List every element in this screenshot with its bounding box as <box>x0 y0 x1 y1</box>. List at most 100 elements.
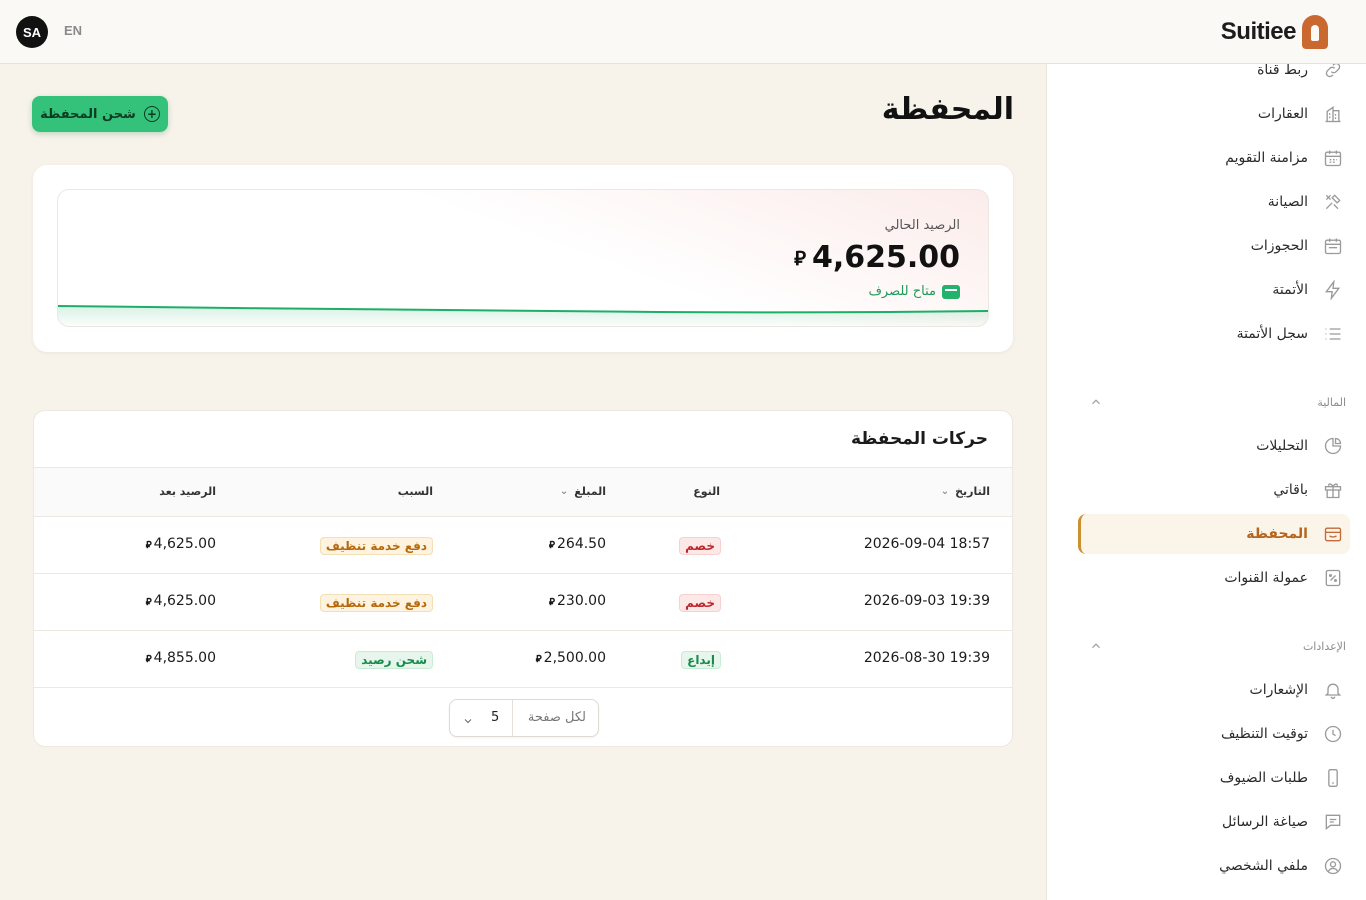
riyal-currency-icon: ⃁ <box>794 245 806 270</box>
column-type-label: النوع <box>693 485 720 498</box>
sidebar-item-wallet[interactable]: المحفظة <box>1078 514 1350 554</box>
sidebar-item-label: الإشعارات <box>1249 682 1308 698</box>
reason-badge: دفع خدمة تنظيف <box>319 594 433 612</box>
chevron-up-icon[interactable] <box>1089 638 1103 652</box>
building-icon <box>1322 103 1344 125</box>
row-balance-after: 4,625.00 ⃁ <box>146 536 216 552</box>
sidebar-item-label: باقاتي <box>1273 482 1308 498</box>
sidebar-item-label: طلبات الضيوف <box>1219 770 1308 786</box>
sidebar-item-properties[interactable]: العقارات <box>1078 94 1350 134</box>
plus-circle-icon: + <box>143 106 160 122</box>
sidebar-item-maintenance[interactable]: الصيانة <box>1078 182 1350 222</box>
row-amount: 264.50 ⃁ <box>549 536 606 552</box>
transactions-card: حركات المحفظة التاريخ ⌄ النوع المبلغ ⌄ ا… <box>33 410 1013 747</box>
balance-after-value: 4,855.00 <box>153 650 216 666</box>
per-page-label: لكل صفحة <box>527 710 586 725</box>
sidebar-item-label: الأتمتة <box>1272 282 1308 298</box>
table-row: 2026-09-04 18:57 خصم 264.50 ⃁ دفع خدمة تن… <box>34 517 1012 574</box>
table-header: التاريخ ⌄ النوع المبلغ ⌄ السبب الرصيد بع… <box>34 467 1012 517</box>
per-page-value: 5 <box>491 710 500 725</box>
amount-value: 264.50 <box>557 536 606 552</box>
sidebar-item-link-channel[interactable]: ربط قناة <box>1078 64 1350 90</box>
sidebar-item-label: عمولة القنوات <box>1224 570 1308 586</box>
lightning-icon <box>1322 279 1344 301</box>
sidebar-item-channel-commission[interactable]: عمولة القنوات <box>1078 558 1350 598</box>
page-title: المحفظة <box>881 92 1014 127</box>
clock-icon <box>1322 723 1344 745</box>
riyal-currency-icon: ⃁ <box>549 540 555 551</box>
chevron-down-icon: ⌄ <box>559 486 569 497</box>
brand-logo[interactable]: Suitiee <box>1221 14 1328 50</box>
reason-badge: شحن رصيد <box>355 651 433 669</box>
riyal-currency-icon: ⃁ <box>145 540 152 551</box>
sidebar-item-message-templates[interactable]: صياغة الرسائل <box>1078 802 1350 842</box>
sidebar-item-label: صياغة الرسائل <box>1221 814 1308 830</box>
settings-section-title: الإعدادات <box>1302 640 1346 653</box>
sidebar-item-label: سجل الأتمتة <box>1236 326 1308 342</box>
chevron-down-icon <box>462 712 474 731</box>
column-balance-after-label: الرصيد بعد <box>159 485 216 498</box>
gift-icon <box>1322 479 1344 501</box>
type-badge: خصم <box>679 537 721 555</box>
column-reason: السبب <box>398 485 433 498</box>
sidebar-item-notifications[interactable]: الإشعارات <box>1078 670 1350 710</box>
type-badge: خصم <box>679 594 721 612</box>
tools-icon <box>1322 191 1344 213</box>
sidebar-item-packages[interactable]: باقاتي <box>1078 470 1350 510</box>
row-amount: 230.00 ⃁ <box>549 593 606 609</box>
divider <box>512 700 513 736</box>
riyal-currency-icon: ⃁ <box>145 597 152 608</box>
transactions-title: حركات المحفظة <box>850 429 988 449</box>
brand-name: Suitiee <box>1220 18 1297 45</box>
topup-wallet-button[interactable]: + شحن المحفظة <box>32 96 168 132</box>
sidebar-item-guest-requests[interactable]: طلبات الضيوف <box>1078 758 1350 798</box>
per-page-select[interactable]: لكل صفحة 5 <box>449 699 599 737</box>
row-balance-after: 4,855.00 ⃁ <box>146 650 216 666</box>
table-row: 2026-08-30 19:39 إيداع 2,500.00 ⃁ شحن رصي… <box>34 631 1012 688</box>
balance-value: 4,625.00 <box>811 240 960 275</box>
sidebar-item-automation-log[interactable]: سجل الأتمتة <box>1078 314 1350 354</box>
chevron-up-icon[interactable] <box>1089 394 1103 408</box>
balance-trend-line <box>58 305 988 326</box>
type-badge: إيداع <box>681 651 721 669</box>
column-date[interactable]: التاريخ ⌄ <box>941 485 990 498</box>
top-bar: SA EN Suitiee <box>0 0 1366 64</box>
language-toggle[interactable]: EN <box>64 23 82 38</box>
sidebar-item-cleaning-timing[interactable]: توقيت التنظيف <box>1078 714 1350 754</box>
wallet-icon <box>1322 523 1344 545</box>
finance-section-title: المالية <box>1317 396 1346 409</box>
bell-icon <box>1322 679 1344 701</box>
topup-button-label: شحن المحفظة <box>40 106 136 122</box>
sidebar-item-bookings[interactable]: الحجوزات <box>1078 226 1350 266</box>
column-amount[interactable]: المبلغ ⌄ <box>560 485 606 498</box>
amount-value: 2,500.00 <box>543 650 606 666</box>
balance-label: الرصيد الحالي <box>884 218 960 233</box>
row-amount: 2,500.00 ⃁ <box>536 650 606 666</box>
sidebar-item-analytics[interactable]: التحليلات <box>1078 426 1350 466</box>
calendar-icon <box>1322 235 1344 257</box>
sidebar-item-label: ملفي الشخصي <box>1219 858 1308 874</box>
available-text: متاح للصرف <box>868 284 936 299</box>
sidebar-item-automation[interactable]: الأتمتة <box>1078 270 1350 310</box>
sidebar-item-label: توقيت التنظيف <box>1220 726 1308 742</box>
user-circle-icon <box>1322 855 1344 877</box>
sidebar-item-profile[interactable]: ملفي الشخصي <box>1078 846 1350 886</box>
reason-badge: دفع خدمة تنظيف <box>319 537 433 555</box>
sidebar-item-calendar-sync[interactable]: مزامنة التقويم <box>1078 138 1350 178</box>
riyal-currency-icon: ⃁ <box>535 654 542 665</box>
balance-card: الرصيد الحالي 4,625.00 ⃁ متاح للصرف <box>33 165 1013 352</box>
balance-after-value: 4,625.00 <box>153 536 216 552</box>
row-balance-after: 4,625.00 ⃁ <box>146 593 216 609</box>
chevron-down-icon: ⌄ <box>940 486 950 497</box>
balance-panel: الرصيد الحالي 4,625.00 ⃁ متاح للصرف <box>57 189 989 327</box>
sidebar: ربط قناة العقارات مزامنة التقويم الصيانة… <box>1046 64 1366 900</box>
user-avatar[interactable]: SA <box>16 16 48 48</box>
list-icon <box>1322 323 1344 345</box>
link-icon <box>1322 64 1344 81</box>
balance-amount: 4,625.00 ⃁ <box>794 240 960 275</box>
row-date: 2026-09-04 18:57 <box>863 536 990 552</box>
available-status: متاح للصرف <box>868 284 960 299</box>
balance-after-value: 4,625.00 <box>153 593 216 609</box>
sidebar-item-label: ربط قناة <box>1257 64 1308 78</box>
percent-icon <box>1322 567 1344 589</box>
